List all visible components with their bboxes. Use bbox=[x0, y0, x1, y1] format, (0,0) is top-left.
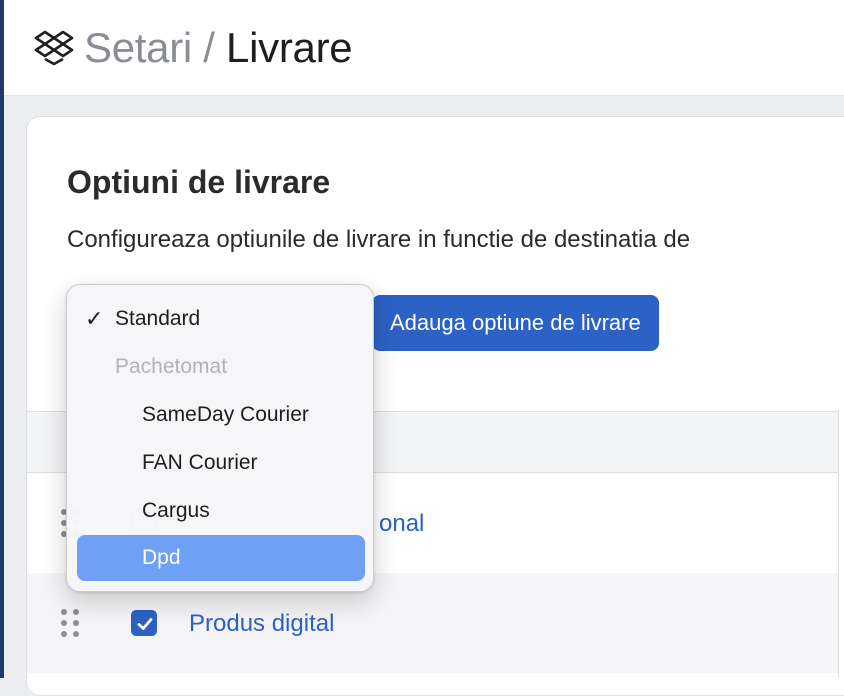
card-description: Configureaza optiunile de livrare in fun… bbox=[67, 226, 691, 253]
dropdown-option-standard[interactable]: ✓ Standard bbox=[77, 297, 365, 341]
dropdown-option-label: SameDay Courier bbox=[142, 403, 309, 426]
row-checkbox-checked[interactable] bbox=[131, 610, 157, 636]
dropdown-option-dpd[interactable]: Dpd bbox=[77, 535, 365, 581]
breadcrumb-parent[interactable]: Setari bbox=[84, 24, 192, 71]
dropdown-option-label: Dpd bbox=[142, 546, 181, 569]
checkmark-icon bbox=[137, 618, 153, 630]
add-shipping-option-button[interactable]: Adauga optiune de livrare bbox=[372, 295, 659, 351]
dropdown-option-label: Cargus bbox=[142, 499, 210, 522]
shipping-type-dropdown-menu[interactable]: ✓ Standard Pachetomat SameDay Courier FA… bbox=[66, 284, 374, 592]
dropdown-option-sameday[interactable]: SameDay Courier bbox=[77, 393, 365, 437]
breadcrumb-separator: / bbox=[203, 24, 215, 71]
page-title: Setari / Livrare bbox=[84, 24, 353, 72]
dropdown-option-label: Standard bbox=[115, 307, 201, 330]
card-title: Optiuni de livrare bbox=[67, 164, 331, 200]
shipping-option-link[interactable]: onal bbox=[379, 509, 424, 539]
dropbox-icon bbox=[34, 30, 74, 66]
drag-handle-icon[interactable] bbox=[61, 609, 81, 637]
dropdown-option-label: FAN Courier bbox=[142, 451, 258, 474]
dropdown-group-label: Pachetomat bbox=[115, 355, 228, 378]
window-left-edge bbox=[0, 0, 4, 678]
dropdown-option-cargus[interactable]: Cargus bbox=[77, 489, 365, 533]
breadcrumb-current: Livrare bbox=[226, 24, 353, 71]
dropdown-option-fan-courier[interactable]: FAN Courier bbox=[77, 441, 365, 485]
table-right-border bbox=[838, 410, 844, 678]
checkmark-icon: ✓ bbox=[85, 306, 104, 331]
shipping-option-link[interactable]: Produs digital bbox=[189, 609, 334, 639]
page-header: Setari / Livrare bbox=[4, 0, 844, 96]
